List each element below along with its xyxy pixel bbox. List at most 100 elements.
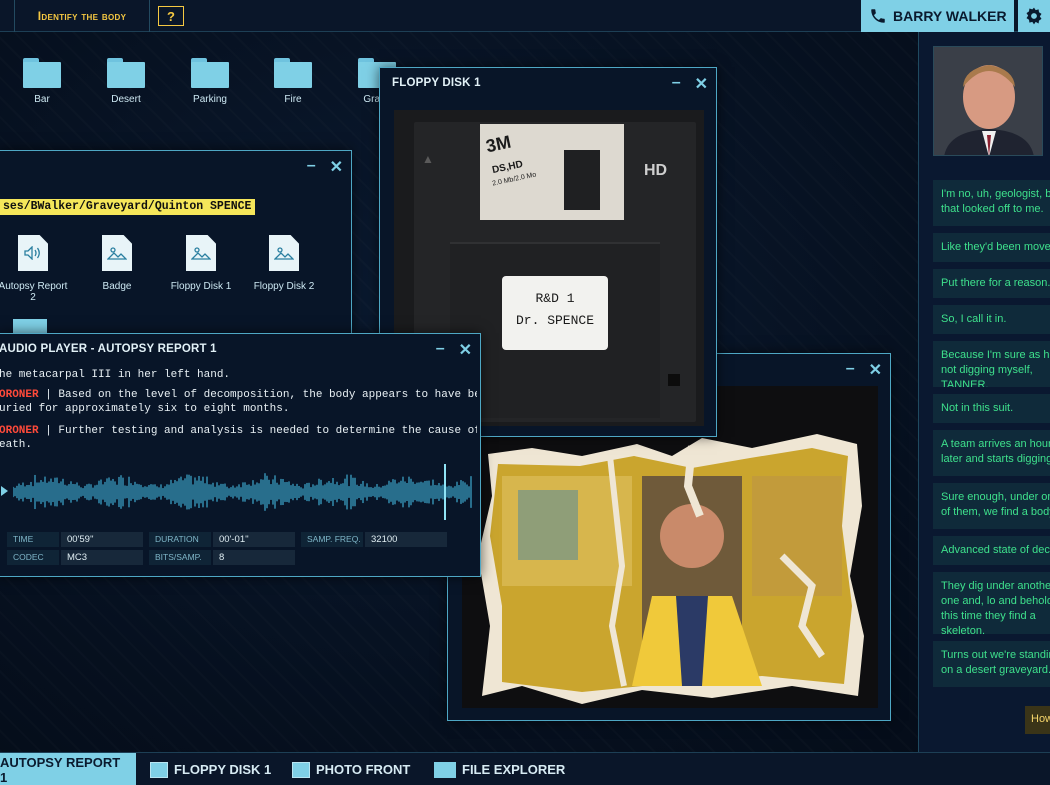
codec-label: CODEC: [7, 550, 59, 565]
file-label: Badge: [102, 281, 132, 292]
top-bar: Identify the body ? BARRY WALKER: [0, 0, 1050, 32]
playhead[interactable]: [444, 464, 446, 520]
folder-fire[interactable]: Fire: [263, 58, 323, 105]
image-file-icon: [269, 235, 299, 271]
task-label: FILE EXPLORER: [462, 762, 566, 777]
audio-player-window: AUDIO PLAYER - AUTOPSY REPORT 1 – ✕ he m…: [0, 333, 481, 577]
label-line: Dr. SPENCE: [515, 313, 594, 328]
folder-desert[interactable]: Desert: [96, 58, 156, 105]
floppy-shutter: 3M DS,HD 2.0 Mb/2.0 Mo: [480, 124, 624, 220]
image-file-icon: [150, 761, 168, 778]
folder-icon: [191, 58, 229, 88]
task-autopsy-report-1[interactable]: AUTOPSY REPORT 1: [0, 753, 136, 785]
chat-message: A team arrives an hour later and starts …: [933, 430, 1050, 476]
chat-message: Advanced state of decomposition.: [933, 536, 1050, 565]
file-label: Floppy Disk 2: [253, 281, 315, 292]
folder-parking[interactable]: Parking: [180, 58, 240, 105]
task-floppy-disk-1[interactable]: FLOPPY DISK 1: [144, 753, 277, 785]
objective-title: Identify the body: [14, 0, 150, 32]
chat-message: So, I call it in.: [933, 305, 1050, 334]
chat-message: Put there for a reason.: [933, 269, 1050, 298]
landscape-icon: [274, 247, 294, 260]
image-file-icon: [186, 235, 216, 271]
close-icon[interactable]: ✕: [330, 157, 343, 177]
window-title: FLOPPY DISK 1: [392, 77, 481, 89]
chat-log: I'm no, uh, geologist, but that looked o…: [933, 180, 1050, 694]
brand-label: 3M: [484, 131, 513, 157]
speaker-icon: [24, 246, 40, 260]
landscape-icon: [107, 247, 127, 260]
chat-message: Sure enough, under one of them, we find …: [933, 483, 1050, 529]
file-explorer-window: – ✕ ses/BWalker/Graveyard/Quinton SPENCE…: [0, 150, 352, 340]
arrow-mark-icon: ▲: [422, 152, 434, 166]
folder-bar[interactable]: Bar: [12, 58, 72, 105]
transcript-text: | Based on the level of decomposition, t…: [38, 389, 477, 401]
contact-name: BARRY WALKER: [893, 8, 1007, 24]
codec-value: MC3: [61, 550, 143, 565]
transcript-line: ORONER | Further testing and analysis is…: [0, 424, 477, 438]
help-button[interactable]: ?: [158, 6, 184, 26]
minimize-icon[interactable]: –: [436, 340, 445, 360]
reply-option[interactable]: How: [1025, 706, 1050, 734]
audio-file-icon: [18, 235, 48, 271]
play-icon[interactable]: [1, 486, 8, 496]
folder-icon: [434, 761, 456, 778]
label-line: R&D 1: [535, 291, 575, 306]
close-icon[interactable]: ✕: [459, 340, 472, 360]
write-protect-tab: [668, 374, 680, 386]
bits-label: BITS/SAMP.: [149, 550, 211, 565]
contact-portrait: [933, 46, 1043, 156]
file-badge[interactable]: Badge: [81, 235, 153, 292]
samp-freq-value: 32100: [365, 532, 447, 547]
minimize-icon[interactable]: –: [307, 157, 316, 177]
image-file-icon: [292, 761, 310, 778]
task-label: FLOPPY DISK 1: [174, 762, 272, 777]
transcript-text: he metacarpal III in her left hand.: [0, 369, 231, 381]
chat-message: I'm no, uh, geologist, but that looked o…: [933, 180, 1050, 226]
landscape-icon: [191, 247, 211, 260]
task-file-explorer[interactable]: FILE EXPLORER: [428, 753, 571, 785]
chat-message: Not in this suit.: [933, 394, 1050, 423]
chat-panel: I'm no, uh, geologist, but that looked o…: [918, 32, 1050, 752]
shutter-window: [564, 150, 600, 210]
transcript-line: he metacarpal III in her left hand.: [0, 368, 477, 382]
file-label: Floppy Disk 1: [170, 281, 232, 292]
taskbar: AUTOPSY REPORT 1 FLOPPY DISK 1 PHOTO FRO…: [0, 752, 1050, 785]
settings-button[interactable]: [1018, 0, 1050, 32]
close-icon[interactable]: ✕: [869, 360, 882, 380]
samp-freq-label: SAMP. FREQ.: [301, 532, 363, 547]
transcript-text: eath.: [0, 439, 33, 451]
folder-label: Parking: [193, 94, 227, 105]
file-floppy-disk-1[interactable]: Floppy Disk 1: [165, 235, 237, 292]
minimize-icon[interactable]: –: [846, 360, 855, 380]
chat-message: Because I'm sure as hell not digging mys…: [933, 341, 1050, 387]
bits-value: 8: [213, 550, 295, 565]
contact-call-button[interactable]: BARRY WALKER: [861, 0, 1014, 32]
file-autopsy-report-2[interactable]: Autopsy Report 2: [0, 235, 69, 303]
audio-waveform[interactable]: [13, 470, 473, 514]
folder-label: Fire: [284, 94, 302, 105]
speaker-label: ORONER: [0, 389, 39, 401]
transcript-text: uried for approximately six to eight mon…: [0, 403, 290, 415]
time-value: 00'59'': [61, 532, 143, 547]
task-photo-front[interactable]: PHOTO FRONT: [286, 753, 416, 785]
folder-icon: [274, 58, 312, 88]
avatar: [934, 47, 1042, 155]
window-title: AUDIO PLAYER - AUTOPSY REPORT 1: [0, 343, 217, 355]
chat-message: Turns out we're standing on a desert gra…: [933, 641, 1050, 687]
close-icon[interactable]: ✕: [695, 74, 708, 94]
chat-message: Like they'd been moved.: [933, 233, 1050, 262]
transcript: he metacarpal III in her left hand. ORON…: [0, 368, 477, 460]
transcript-text: | Further testing and analysis is needed…: [38, 425, 477, 437]
transcript-line: eath.: [0, 438, 477, 452]
disk-type-label: DS,HD: [491, 158, 524, 177]
minimize-icon[interactable]: –: [672, 74, 681, 94]
transcript-line: ORONER | Based on the level of decomposi…: [0, 388, 477, 402]
file-floppy-disk-2[interactable]: Floppy Disk 2: [248, 235, 320, 292]
transcript-line: uried for approximately six to eight mon…: [0, 402, 477, 416]
task-label: AUTOPSY REPORT 1: [0, 754, 121, 785]
folder-label: Bar: [34, 94, 50, 105]
speaker-label: ORONER: [0, 425, 39, 437]
folder-label: Desert: [111, 94, 141, 105]
hd-mark: HD: [644, 162, 668, 179]
